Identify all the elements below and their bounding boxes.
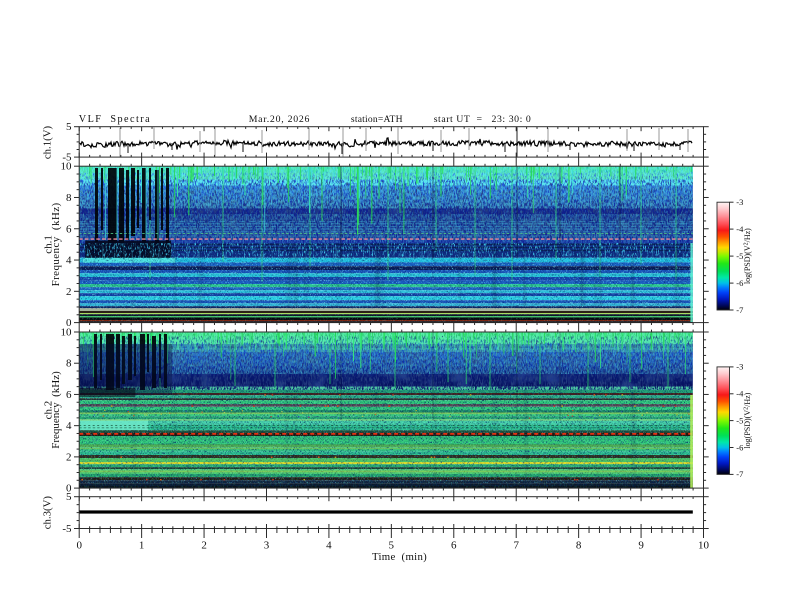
svg-text:8: 8: [66, 192, 72, 204]
svg-text:10: 10: [61, 327, 73, 339]
svg-text:Frequency (kHz): Frequency (kHz): [50, 371, 62, 449]
svg-text:station=ATH: station=ATH: [351, 114, 403, 125]
svg-text:Mar.20, 2026: Mar.20, 2026: [249, 114, 311, 125]
svg-text:ch.3(V): ch.3(V): [42, 496, 54, 530]
svg-text:3: 3: [264, 540, 270, 552]
svg-text:start UT = 23: 30: 0: start UT = 23: 30: 0: [434, 114, 532, 125]
svg-text:6: 6: [66, 223, 72, 235]
svg-text:ch.1(V): ch.1(V): [42, 125, 54, 159]
svg-text:5: 5: [389, 540, 395, 552]
svg-text:6: 6: [66, 389, 72, 401]
svg-text:6: 6: [451, 540, 457, 552]
svg-text:VLF Spectra: VLF Spectra: [79, 114, 151, 125]
svg-text:-7: -7: [736, 469, 743, 479]
svg-text:log(PSD)(V2/Hz): log(PSD)(V2/Hz): [743, 228, 752, 284]
svg-text:2: 2: [201, 540, 207, 552]
svg-text:0: 0: [66, 483, 72, 495]
svg-text:-7: -7: [736, 305, 743, 315]
svg-text:1: 1: [139, 540, 145, 552]
svg-text:log(PSD)(V2/Hz): log(PSD)(V2/Hz): [743, 392, 752, 448]
svg-text:9: 9: [638, 540, 644, 552]
svg-text:-3: -3: [736, 362, 743, 372]
svg-text:4: 4: [326, 540, 332, 552]
svg-text:-3: -3: [736, 197, 743, 207]
svg-text:10: 10: [698, 540, 710, 552]
svg-text:5: 5: [66, 121, 72, 133]
svg-text:8: 8: [576, 540, 582, 552]
svg-text:-5: -5: [62, 523, 72, 535]
svg-text:7: 7: [513, 540, 519, 552]
svg-text:0: 0: [76, 540, 82, 552]
svg-text:4: 4: [66, 255, 72, 267]
svg-text:Frequency (kHz): Frequency (kHz): [50, 202, 62, 286]
svg-text:4: 4: [66, 420, 72, 432]
svg-text:2: 2: [66, 286, 72, 298]
svg-text:10: 10: [61, 161, 73, 173]
svg-text:Time (min): Time (min): [372, 551, 427, 563]
svg-text:8: 8: [66, 358, 72, 370]
svg-text:2: 2: [66, 451, 72, 463]
